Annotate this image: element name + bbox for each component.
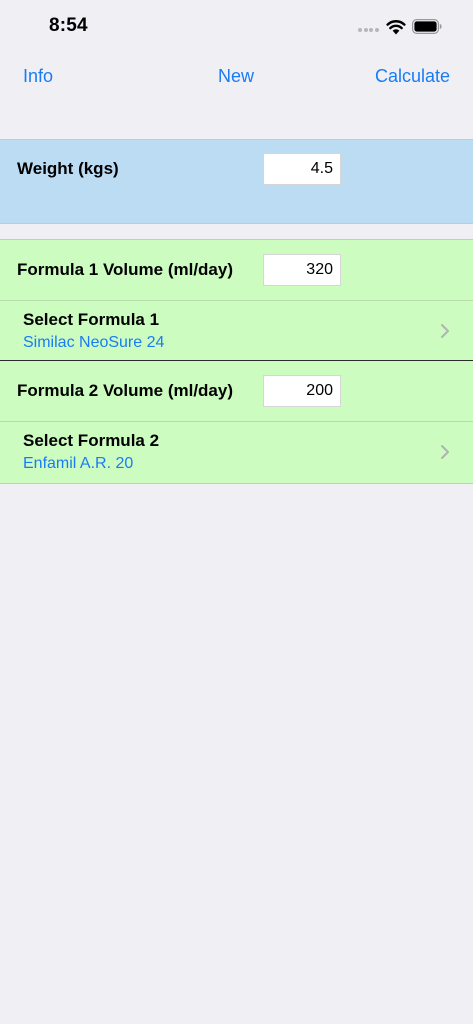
new-button[interactable]: New	[218, 66, 254, 87]
weight-input[interactable]	[263, 153, 341, 185]
weight-label: Weight (kgs)	[17, 159, 119, 178]
battery-icon	[412, 19, 442, 34]
formula1-selected-value: Similac NeoSure 24	[23, 334, 165, 351]
select-formula2-row[interactable]: Select Formula 2 Enfamil A.R. 20	[0, 422, 473, 482]
formula1-volume-label: Formula 1 Volume (ml/day)	[17, 260, 234, 279]
select-formula2-label: Select Formula 2	[23, 431, 160, 450]
info-button[interactable]: Info	[23, 66, 53, 87]
wifi-icon	[386, 20, 406, 35]
formula1-volume-input[interactable]	[263, 254, 341, 286]
formula2-volume-label: Formula 2 Volume (ml/day)	[17, 381, 234, 400]
select-formula1-label: Select Formula 1	[23, 310, 160, 329]
formula-divider	[0, 360, 473, 361]
calculate-button[interactable]: Calculate	[375, 66, 450, 87]
select-formula1-row[interactable]: Select Formula 1 Similac NeoSure 24	[0, 301, 473, 361]
status-time: 8:54	[49, 15, 88, 36]
chevron-right-icon	[441, 324, 449, 338]
formula2-selected-value: Enfamil A.R. 20	[23, 455, 134, 472]
formula-section: Formula 1 Volume (ml/day) Select Formula…	[0, 239, 473, 484]
chevron-right-icon	[441, 445, 449, 459]
formula2-volume-input[interactable]	[263, 375, 341, 407]
signal-dots-icon	[358, 28, 380, 46]
status-bar: 8:54	[0, 0, 473, 52]
weight-section: Weight (kgs)	[0, 139, 473, 224]
